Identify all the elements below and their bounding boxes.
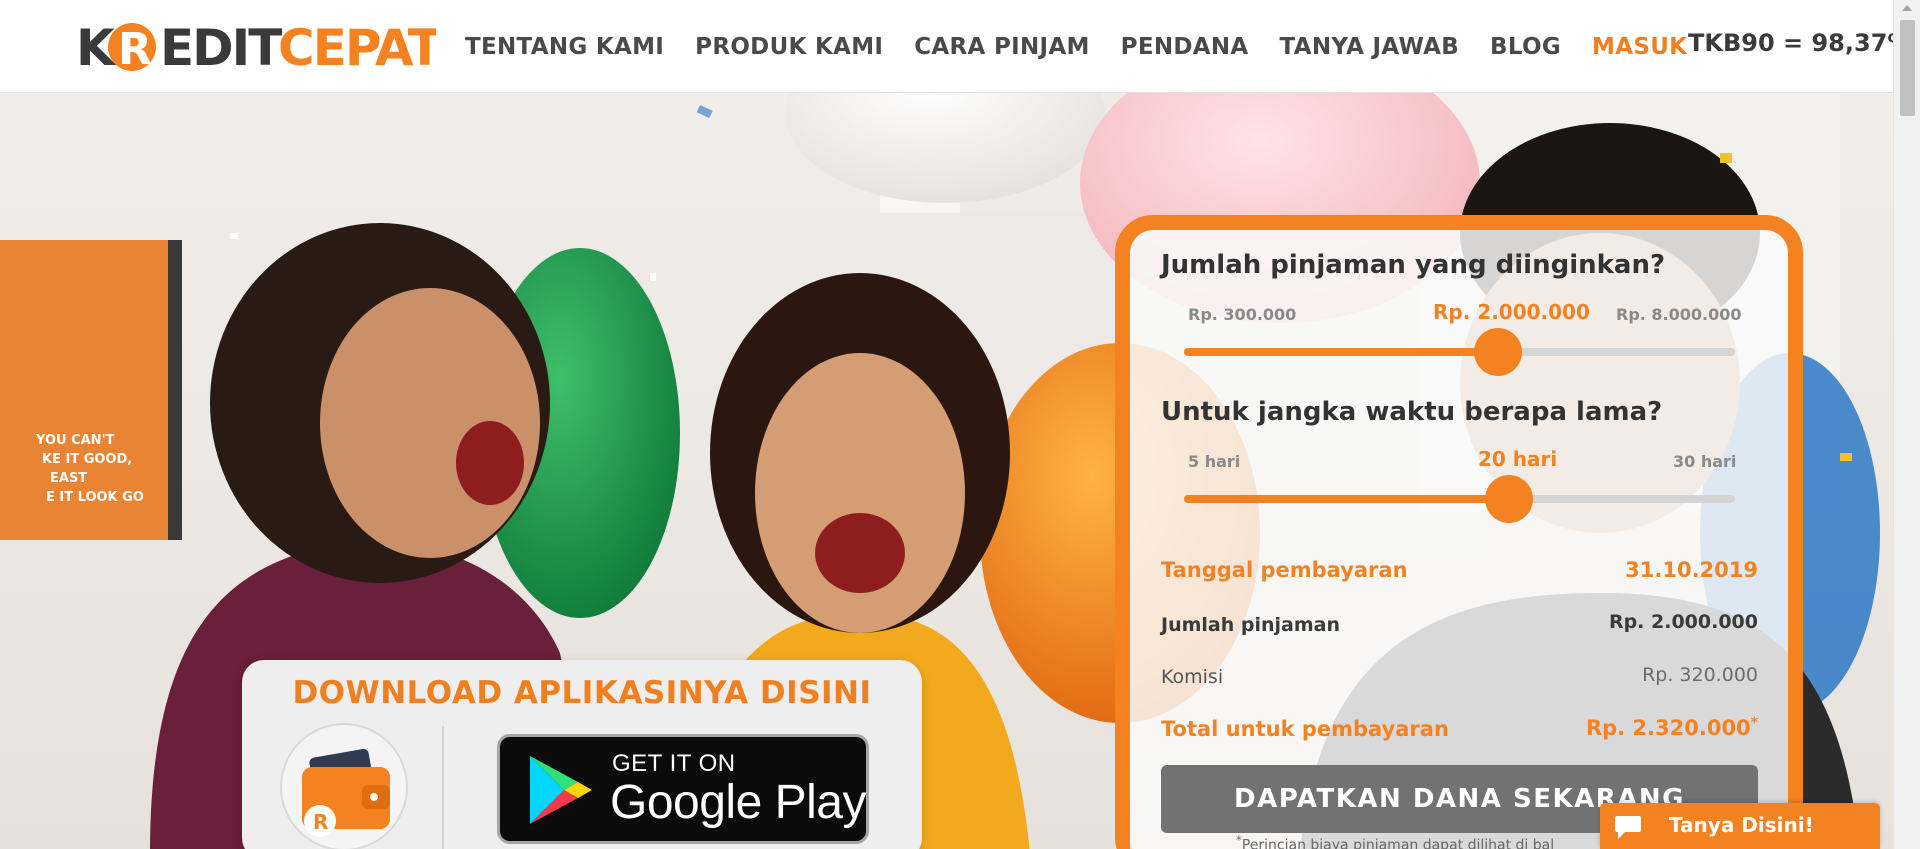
amount-question: Jumlah pinjaman yang diinginkan? (1161, 250, 1666, 280)
amount-current-label: Rp. 2.000.000 (1433, 300, 1590, 324)
poster-text: KE IT GOOD, (42, 452, 132, 467)
app-icon-circle: R (280, 723, 408, 849)
download-title: DOWNLOAD APLIKASINYA DISINI (292, 675, 872, 711)
term-current-label: 20 hari (1478, 447, 1558, 471)
scroll-up-arrow-icon[interactable] (1902, 5, 1912, 11)
amount-slider-thumb[interactable] (1474, 328, 1523, 376)
amount-min-label: Rp. 300.000 (1188, 305, 1297, 324)
footnote-text: Perincian biaya pinjaman dapat dilihat d… (1241, 837, 1555, 849)
poster-text: YOU CAN'T (35, 433, 115, 448)
svg-text:CEPAT: CEPAT (278, 19, 436, 75)
commission-value: Rp. 320.000 (1642, 664, 1758, 686)
payment-date-value: 31.10.2019 (1625, 558, 1758, 582)
nav-pendana[interactable]: PENDANA (1121, 34, 1249, 60)
svg-text:R: R (313, 810, 328, 834)
total-amount: Rp. 2.320.000 (1585, 716, 1751, 740)
store-big-text: Google Play (610, 776, 867, 829)
card-divider (442, 726, 444, 849)
chat-label: Tanya Disini! (1669, 813, 1814, 837)
kreditcepat-logo[interactable]: K R EDIT CEPAT (76, 17, 436, 75)
nav-login[interactable]: MASUK (1592, 34, 1687, 60)
nav-blog[interactable]: BLOG (1490, 34, 1561, 60)
svg-text:R: R (118, 24, 152, 75)
nav-tentang-kami[interactable]: TENTANG KAMI (465, 34, 664, 60)
chat-bubble-icon (1615, 816, 1641, 839)
google-play-triangle-icon (530, 756, 592, 824)
chat-button[interactable]: Tanya Disini! (1600, 803, 1880, 849)
scroll-thumb[interactable] (1900, 20, 1915, 116)
total-asterisk: * (1750, 715, 1758, 731)
download-app-card: DOWNLOAD APLIKASINYA DISINI R GET IT ON … (242, 660, 922, 849)
poster-text: E IT LOOK GO (46, 490, 144, 505)
amount-max-label: Rp. 8.000.000 (1616, 305, 1742, 324)
total-label: Total untuk pembayaran (1161, 717, 1449, 741)
commission-label: Komisi (1161, 666, 1224, 688)
amount-slider-fill (1184, 348, 1499, 356)
store-small-text: GET IT ON (612, 750, 736, 777)
nav-cara-pinjam[interactable]: CARA PINJAM (914, 34, 1089, 60)
tkb90-stat: TKB90 = 98,37% (1688, 29, 1912, 57)
term-question: Untuk jangka waktu berapa lama? (1161, 397, 1663, 427)
main-nav: TENTANG KAMI PRODUK KAMI CARA PINJAM PEN… (465, 0, 1718, 93)
page-scrollbar[interactable] (1893, 0, 1920, 849)
svg-text:EDIT: EDIT (160, 19, 282, 75)
term-min-label: 5 hari (1188, 452, 1241, 471)
loan-amount-value: Rp. 2.000.000 (1608, 611, 1758, 633)
loan-amount-label: Jumlah pinjaman (1161, 614, 1340, 636)
cost-footnote: *Perincian biaya pinjaman dapat dilihat … (1236, 833, 1554, 849)
wallet-icon: R (302, 748, 390, 837)
total-value: Rp. 2.320.000* (1500, 715, 1758, 740)
site-header: K R EDIT CEPAT TENTANG KAMI PRODUK KAMI … (0, 0, 1911, 93)
term-slider-fill (1184, 495, 1510, 503)
poster-text: EAST (50, 471, 87, 486)
term-max-label: 30 hari (1673, 452, 1737, 471)
amount-slider[interactable] (1184, 328, 1735, 376)
term-slider[interactable] (1184, 475, 1735, 523)
payment-date-label: Tanggal pembayaran (1161, 558, 1408, 582)
nav-tanya-jawab[interactable]: TANYA JAWAB (1280, 34, 1460, 60)
google-play-button[interactable]: GET IT ON Google Play (497, 734, 869, 844)
nav-produk-kami[interactable]: PRODUK KAMI (695, 34, 883, 60)
term-slider-thumb[interactable] (1485, 475, 1534, 523)
